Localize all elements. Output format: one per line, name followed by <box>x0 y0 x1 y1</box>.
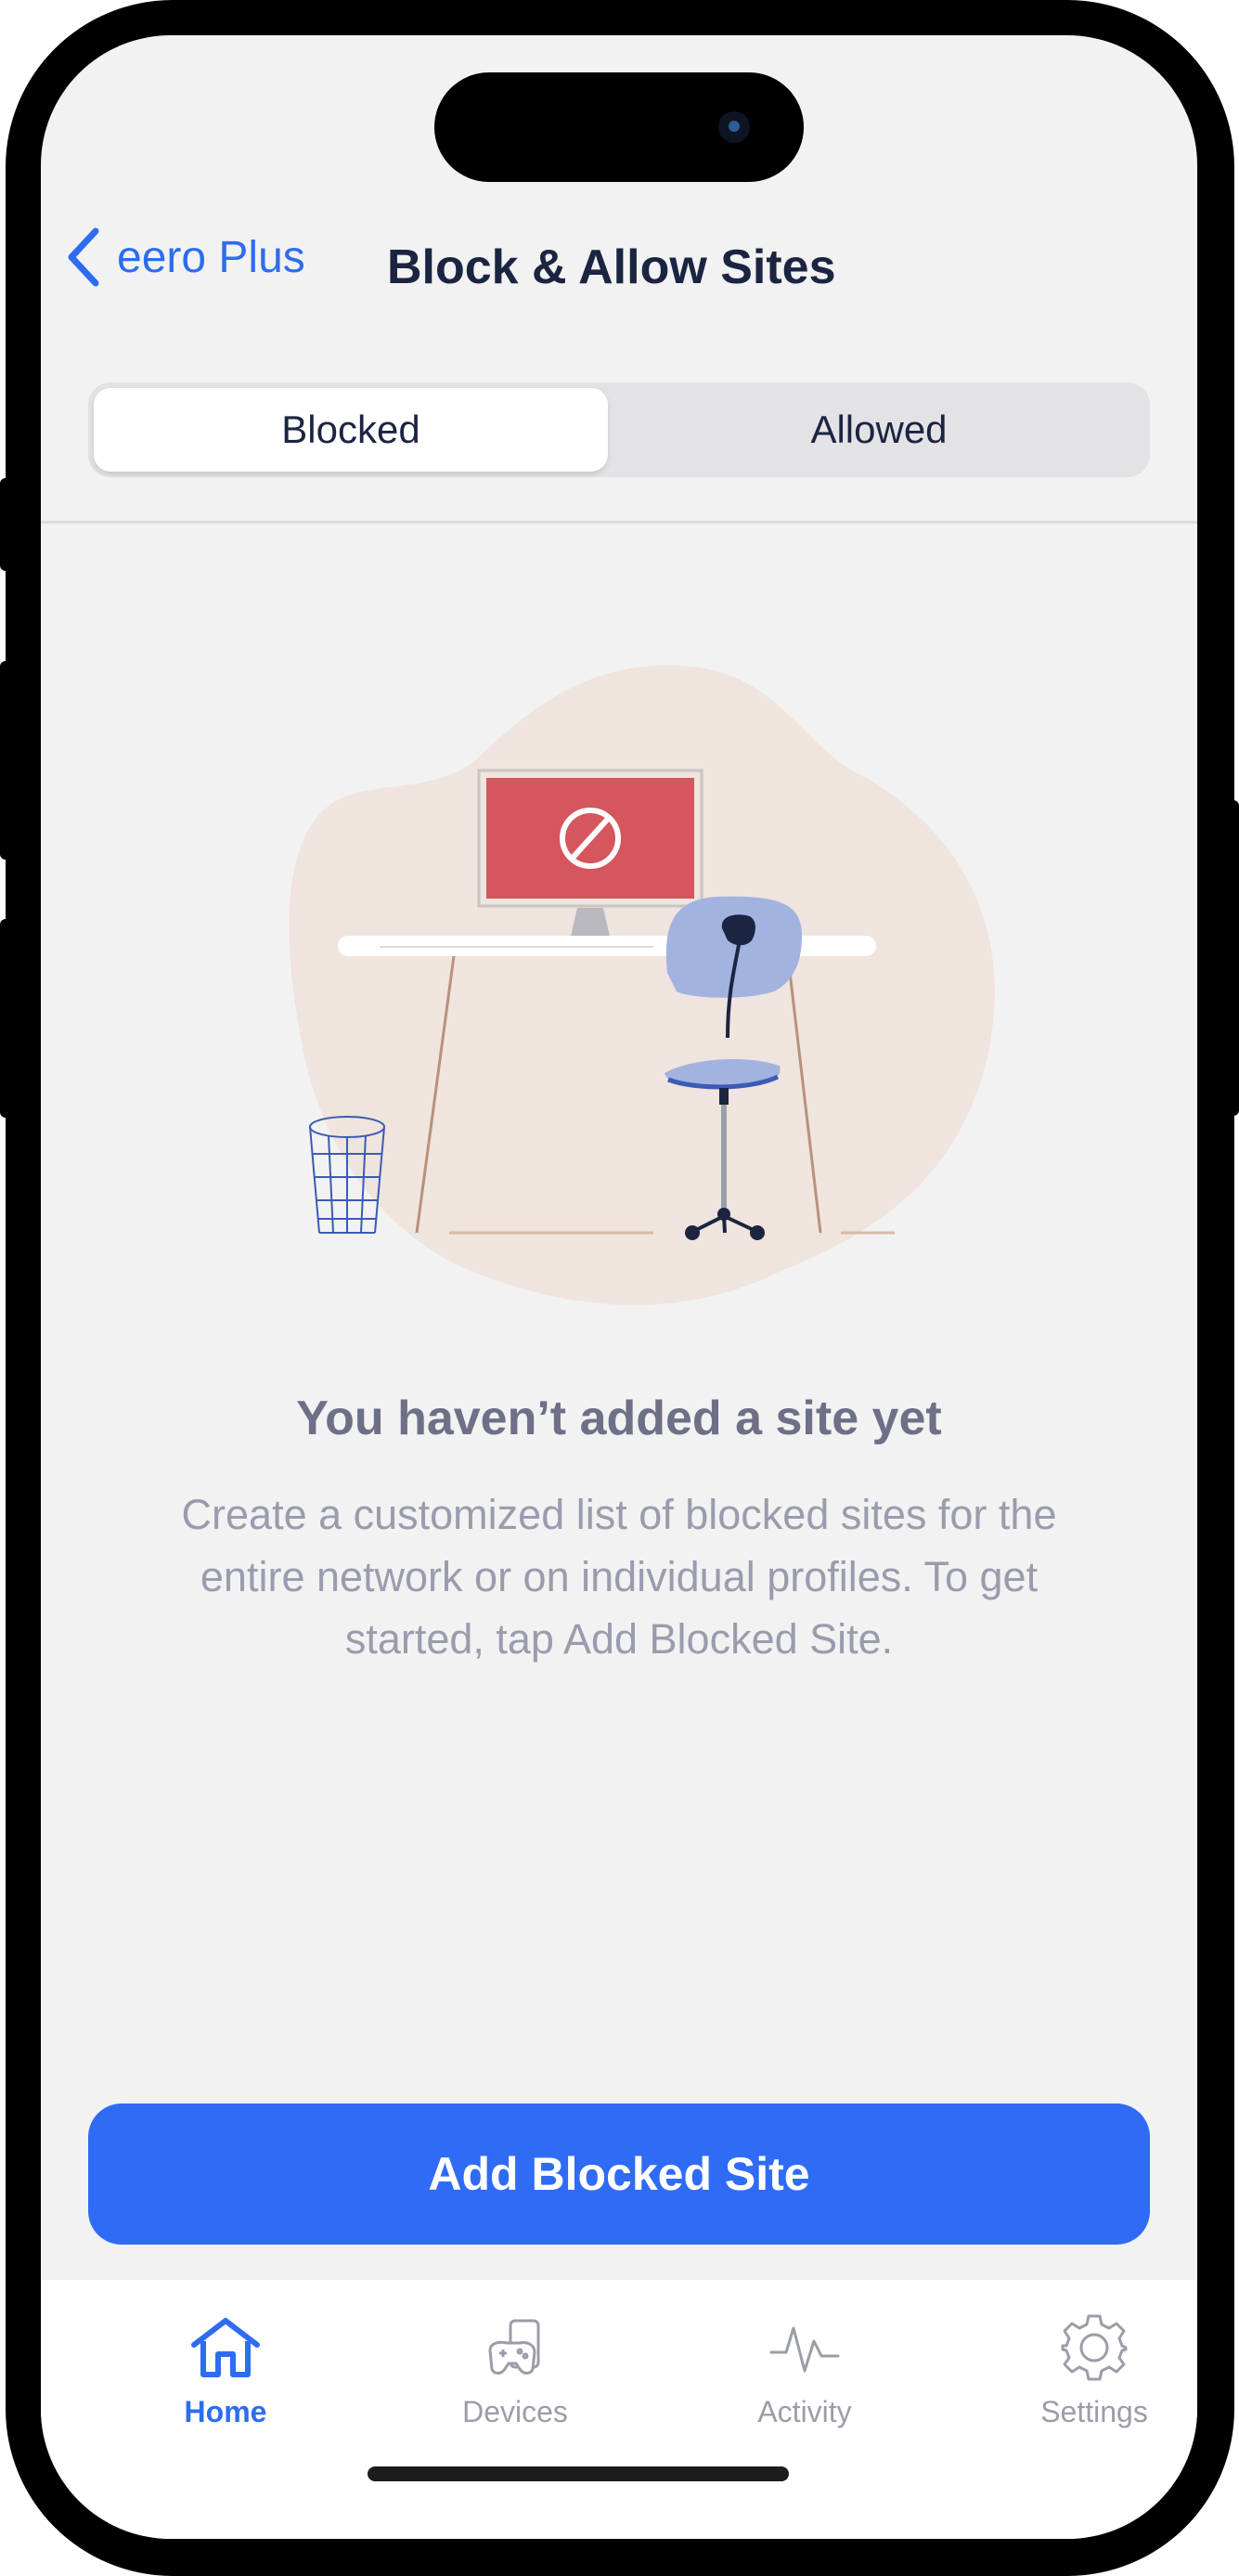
add-blocked-site-button[interactable]: Add Blocked Site <box>88 2104 1150 2245</box>
header-divider <box>41 521 1197 524</box>
back-button[interactable]: eero Plus <box>61 225 305 290</box>
tab-home-label: Home <box>184 2395 267 2428</box>
tab-bar: Home Devices Activity Settings <box>41 2280 1197 2539</box>
tab-settings-label: Settings <box>1040 2395 1148 2428</box>
camera-icon <box>713 106 755 149</box>
action-button <box>0 478 11 571</box>
page-title: Block & Allow Sites <box>387 240 836 294</box>
app-screen: eero Plus Block & Allow Sites Blocked Al… <box>41 35 1197 2539</box>
devices-icon <box>473 2306 557 2389</box>
tab-devices-label: Devices <box>462 2395 568 2428</box>
back-button-label: eero Plus <box>117 232 305 282</box>
blocked-allowed-segmented-control: Blocked Allowed <box>88 382 1150 477</box>
segment-allowed[interactable]: Allowed <box>613 388 1144 472</box>
device-frame: eero Plus Block & Allow Sites Blocked Al… <box>0 0 1239 2576</box>
tab-home[interactable]: Home <box>110 2280 342 2447</box>
background-blob <box>289 665 995 1305</box>
segment-blocked[interactable]: Blocked <box>94 388 608 472</box>
home-icon <box>184 2306 267 2389</box>
tab-devices[interactable]: Devices <box>399 2280 631 2447</box>
home-indicator <box>368 2466 789 2481</box>
dynamic-island <box>434 72 804 182</box>
volume-down-button <box>0 919 11 1118</box>
chevron-left-icon <box>61 225 108 290</box>
tab-activity-label: Activity <box>757 2395 852 2428</box>
tab-settings[interactable]: Settings <box>978 2280 1197 2447</box>
volume-up-button <box>0 661 11 860</box>
activity-icon <box>763 2306 846 2389</box>
navigation-header: eero Plus Block & Allow Sites <box>41 202 1197 314</box>
empty-state-description: Create a customized list of blocked site… <box>181 1491 1057 1663</box>
empty-desk-illustration <box>289 665 995 1305</box>
power-button <box>1228 800 1239 1116</box>
empty-state-title: You haven’t added a site yet <box>296 1392 942 1445</box>
tab-activity[interactable]: Activity <box>689 2280 921 2447</box>
settings-icon <box>1052 2306 1136 2389</box>
